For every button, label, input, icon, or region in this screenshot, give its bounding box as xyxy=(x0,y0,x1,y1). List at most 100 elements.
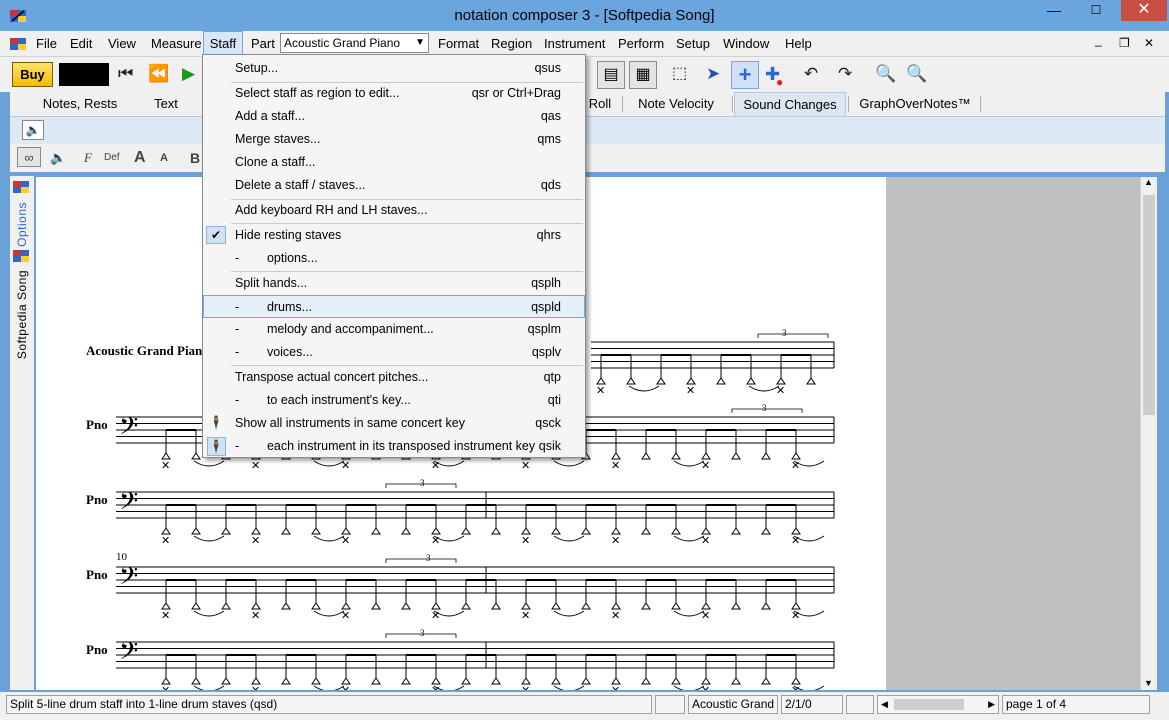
note-head xyxy=(671,527,681,535)
font-label[interactable]: F xyxy=(84,148,92,168)
menu-item-split-hands[interactable]: Split hands... qsplh xyxy=(203,272,585,295)
tab-content-strip: 🔈 xyxy=(10,116,1165,144)
menu-item-select-staff[interactable]: Select staff as region to edit... qsr or … xyxy=(203,82,585,105)
menu-setup[interactable]: Setup xyxy=(672,31,714,56)
document-icon[interactable] xyxy=(10,36,28,52)
tab-notes-rests[interactable]: Notes, Rests xyxy=(30,92,130,116)
menu-item-transposed-key[interactable]: 🕴 - each instrument in its transposed ins… xyxy=(203,435,585,458)
bass-clef-icon: 𝄢 xyxy=(119,487,138,522)
play-icon[interactable]: ▶ xyxy=(182,63,195,85)
bold-button[interactable]: B xyxy=(190,148,200,168)
tie xyxy=(553,685,585,690)
part-select[interactable]: Acoustic Grand Piano ▼ xyxy=(280,33,429,53)
scroll-right-icon[interactable]: ▶ xyxy=(988,696,995,713)
scroll-up-icon[interactable]: ▲ xyxy=(1144,177,1153,187)
vertical-scrollbar[interactable]: ▲ ▼ xyxy=(1140,177,1157,690)
tab-text[interactable]: Text xyxy=(140,92,192,116)
tab-sound-changes[interactable]: Sound Changes xyxy=(734,92,846,116)
minimize-button[interactable]: — xyxy=(1036,0,1072,21)
rewind-icon[interactable]: ⏪ xyxy=(148,63,169,85)
mdi-close-button[interactable]: ✕ xyxy=(1144,36,1154,50)
mdi-restore-button[interactable]: ❐ xyxy=(1119,36,1130,50)
menu-part[interactable]: Part xyxy=(247,31,279,56)
menu-file[interactable]: File xyxy=(32,31,61,56)
scroll-left-icon[interactable]: ◀ xyxy=(881,696,888,713)
menu-perform[interactable]: Perform xyxy=(614,31,668,56)
cross-note-icon: ✕ xyxy=(341,610,350,622)
note-head xyxy=(701,602,711,610)
pointer-icon[interactable]: ➤ xyxy=(706,63,720,85)
mdi-minimize-button[interactable]: _ xyxy=(1095,33,1102,47)
menu-edit[interactable]: Edit xyxy=(66,31,96,56)
menu-item-transpose-concert[interactable]: Transpose actual concert pitches... qtp xyxy=(203,366,585,389)
menu-item-hide-options[interactable]: - options... xyxy=(203,247,585,270)
add-note-icon[interactable]: + xyxy=(731,61,759,89)
menu-item-label: Select staff as region to edit... xyxy=(235,86,400,100)
maximize-button[interactable]: ☐ xyxy=(1078,0,1114,21)
zoom-out-icon[interactable]: 🔍 xyxy=(906,63,927,85)
menu-item-split-voices[interactable]: - voices... qsplv xyxy=(203,341,585,364)
menu-region[interactable]: Region xyxy=(487,31,536,56)
menu-item-shortcut: qsplm xyxy=(527,322,561,336)
menu-item-shortcut: qas xyxy=(540,109,561,123)
tab-roll[interactable]: Roll xyxy=(580,92,620,116)
font-larger-button[interactable]: A xyxy=(134,148,146,168)
sidebar-tab-options[interactable]: Options xyxy=(15,202,29,247)
song-icon[interactable] xyxy=(13,250,31,264)
default-font-button[interactable]: Def xyxy=(104,148,120,168)
options-icon[interactable] xyxy=(13,181,31,195)
note-head xyxy=(221,527,231,535)
menu-item-shortcut: qti xyxy=(547,393,561,407)
page-view-icon[interactable]: ▤ xyxy=(597,61,625,89)
menu-item-transpose-instrument-key[interactable]: - to each instrument's key... qti xyxy=(203,389,585,412)
menu-item-split-drums[interactable]: - drums... qspld xyxy=(203,295,585,318)
cross-note-icon: ✕ xyxy=(521,460,530,472)
menu-window[interactable]: Window xyxy=(719,31,773,56)
staff-name: Pno xyxy=(86,567,108,582)
note-head xyxy=(671,602,681,610)
go-to-start-icon[interactable]: ⏮ xyxy=(118,63,133,85)
scroll-view-icon[interactable]: ▦ xyxy=(629,61,657,89)
menu-item-hide-resting-staves[interactable]: ✔ Hide resting staves qhrs xyxy=(203,224,585,247)
menu-item-delete-staff[interactable]: Delete a staff / staves... qds xyxy=(203,174,585,197)
note-head xyxy=(731,452,741,460)
menu-format[interactable]: Format xyxy=(434,31,483,56)
tab-graph-over-notes[interactable]: GraphOverNotes™ xyxy=(856,92,974,116)
close-button[interactable]: ✕ xyxy=(1121,0,1167,21)
menu-item-split-melody[interactable]: - melody and accompaniment... qsplm xyxy=(203,318,585,341)
menu-item-clone-staff[interactable]: Clone a staff... xyxy=(203,151,585,174)
undo-icon[interactable]: ↶ xyxy=(804,63,818,85)
zoom-in-icon[interactable]: 🔍 xyxy=(875,63,896,85)
font-smaller-button[interactable]: A xyxy=(160,148,168,168)
menu-item-add-keyboard-staves[interactable]: Add keyboard RH and LH staves... xyxy=(203,199,585,222)
note-head xyxy=(791,677,801,685)
note-head xyxy=(491,602,501,610)
menu-item-add-staff[interactable]: Add a staff... qas xyxy=(203,105,585,128)
hscroll-thumb[interactable] xyxy=(894,699,964,710)
menu-item-merge-staves[interactable]: Merge staves... qms xyxy=(203,128,585,151)
sidebar-tab-song[interactable]: Softpedia Song xyxy=(15,270,29,359)
scroll-down-icon[interactable]: ▼ xyxy=(1144,678,1153,688)
speaker-icon[interactable]: 🔈 xyxy=(50,148,66,168)
tie xyxy=(313,610,345,617)
menu-help[interactable]: Help xyxy=(781,31,816,56)
measure-number: 10 xyxy=(116,551,127,563)
horizontal-scrollbar[interactable]: ◀ ▶ xyxy=(877,695,999,714)
redo-icon[interactable]: ↷ xyxy=(838,63,852,85)
menu-measure[interactable]: Measure xyxy=(147,31,206,56)
scrollbar-thumb[interactable] xyxy=(1143,195,1155,415)
menu-item-same-concert-key[interactable]: 🕴 Show all instruments in same concert ke… xyxy=(203,412,585,435)
speaker-icon[interactable]: 🔈 xyxy=(22,120,44,140)
buy-button[interactable]: Buy xyxy=(12,62,53,87)
menu-staff[interactable]: Staff xyxy=(203,31,243,56)
tuplet-number: 3 xyxy=(782,328,787,338)
menu-instrument[interactable]: Instrument xyxy=(540,31,609,56)
menu-view[interactable]: View xyxy=(104,31,140,56)
note-head xyxy=(371,677,381,685)
menu-item-setup[interactable]: Setup... qsus xyxy=(203,57,585,80)
loop-icon[interactable]: ∞ xyxy=(17,147,41,167)
select-region-icon[interactable]: ⬚ xyxy=(672,63,687,85)
tab-note-velocity[interactable]: Note Velocity xyxy=(628,92,724,116)
note-head xyxy=(761,452,771,460)
note-head xyxy=(461,527,471,535)
